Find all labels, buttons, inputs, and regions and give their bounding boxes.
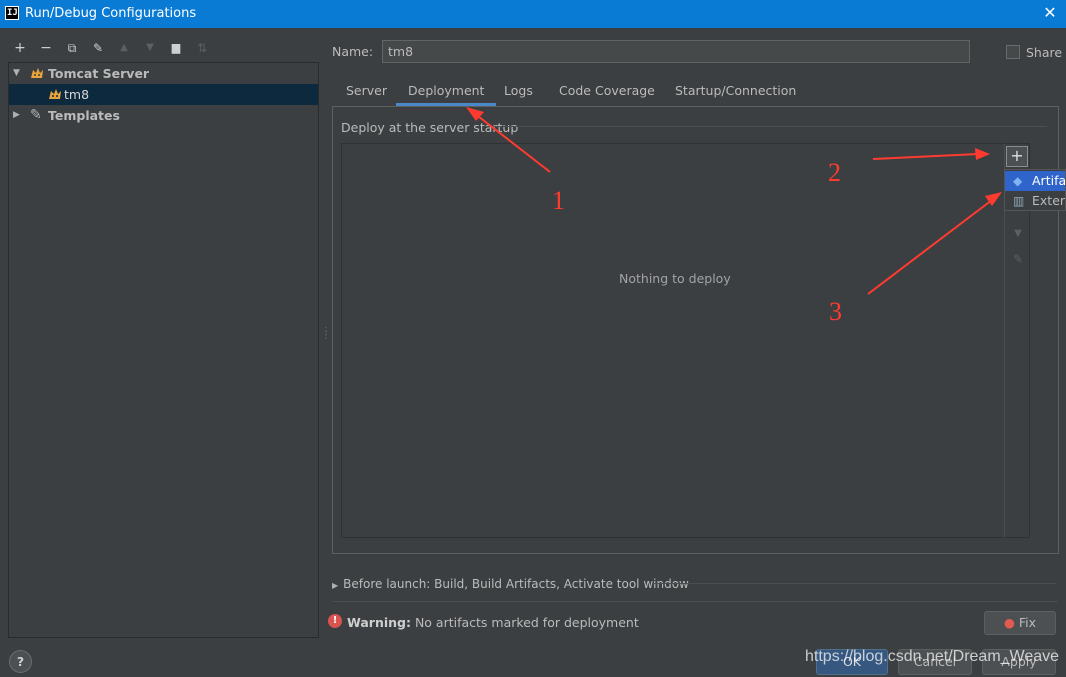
- annotation-number-1: 1: [552, 186, 565, 215]
- arrow-3: [867, 199, 993, 295]
- arrow-2: [872, 153, 979, 160]
- arrow-2-head: [975, 148, 990, 160]
- annotation-number-2: 2: [828, 158, 841, 187]
- annotation-arrows: [466, 107, 1002, 295]
- annotation-number-3: 3: [829, 297, 842, 326]
- arrow-1: [473, 112, 551, 173]
